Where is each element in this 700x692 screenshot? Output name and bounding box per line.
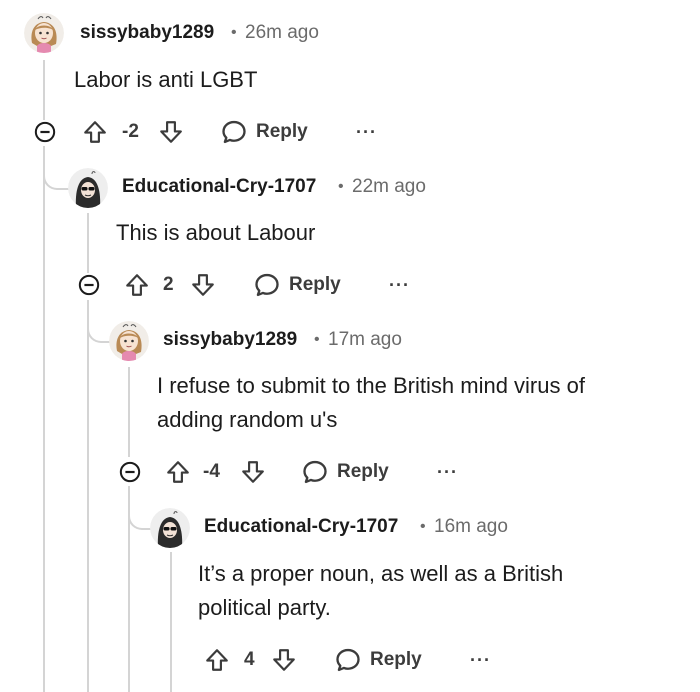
reply-label: Reply bbox=[337, 461, 389, 482]
reply-button[interactable]: Reply bbox=[334, 646, 422, 674]
thread-connector bbox=[87, 303, 111, 343]
thread-line bbox=[170, 552, 172, 692]
reply-icon bbox=[301, 458, 329, 486]
downvote-button[interactable] bbox=[240, 458, 266, 486]
vote-score: -4 bbox=[203, 461, 220, 482]
thread-line bbox=[43, 60, 45, 120]
more-options-button[interactable]: ··· bbox=[356, 122, 377, 143]
collapse-icon bbox=[34, 121, 56, 143]
upvote-button[interactable] bbox=[82, 118, 108, 146]
reply-icon bbox=[253, 271, 281, 299]
comment-author[interactable]: sissybaby1289 bbox=[80, 22, 214, 44]
comment-body: I refuse to submit to the British mind v… bbox=[157, 373, 585, 432]
collapse-button[interactable] bbox=[78, 274, 100, 296]
downvote-icon bbox=[190, 271, 216, 299]
upvote-icon bbox=[82, 118, 108, 146]
upvote-icon bbox=[204, 646, 230, 674]
meta-separator: • bbox=[420, 518, 426, 535]
thread-line bbox=[128, 367, 130, 457]
downvote-button[interactable] bbox=[190, 271, 216, 299]
upvote-icon bbox=[165, 458, 191, 486]
upvote-icon bbox=[124, 271, 150, 299]
more-options-button[interactable]: ··· bbox=[437, 462, 458, 483]
thread-line bbox=[87, 213, 89, 273]
comment-author[interactable]: Educational-Cry-1707 bbox=[204, 516, 398, 538]
comment-timestamp[interactable]: 22m ago bbox=[352, 176, 426, 198]
collapse-button[interactable] bbox=[34, 121, 56, 143]
comment-timestamp[interactable]: 26m ago bbox=[245, 22, 319, 44]
collapse-button[interactable] bbox=[119, 461, 141, 483]
meta-separator: • bbox=[231, 24, 237, 41]
meta-separator: • bbox=[314, 331, 320, 348]
reply-button[interactable]: Reply bbox=[253, 271, 341, 299]
comment-body: Labor is anti LGBT bbox=[74, 67, 258, 92]
anime-girl-avatar[interactable] bbox=[24, 13, 64, 53]
downvote-icon bbox=[271, 646, 297, 674]
reply-label: Reply bbox=[289, 274, 341, 295]
reply-icon bbox=[220, 118, 248, 146]
downvote-button[interactable] bbox=[271, 646, 297, 674]
thread-line bbox=[43, 146, 45, 692]
reply-button[interactable]: Reply bbox=[301, 458, 389, 486]
anime-girl-avatar[interactable] bbox=[109, 321, 149, 361]
vote-score: 4 bbox=[244, 649, 255, 670]
comment-author[interactable]: sissybaby1289 bbox=[163, 329, 297, 351]
hooded-figure-sunglasses-avatar[interactable] bbox=[68, 168, 108, 208]
upvote-button[interactable] bbox=[204, 646, 230, 674]
reply-button[interactable]: Reply bbox=[220, 118, 308, 146]
upvote-button[interactable] bbox=[124, 271, 150, 299]
comment-body: It’s a proper noun, as well as a British… bbox=[198, 561, 564, 620]
vote-score: 2 bbox=[163, 274, 174, 295]
downvote-icon bbox=[240, 458, 266, 486]
collapse-icon bbox=[78, 274, 100, 296]
thread-connector bbox=[128, 490, 152, 530]
reply-icon bbox=[334, 646, 362, 674]
comment-body: This is about Labour bbox=[116, 220, 316, 245]
comment-author[interactable]: Educational-Cry-1707 bbox=[122, 176, 316, 198]
downvote-button[interactable] bbox=[158, 118, 184, 146]
downvote-icon bbox=[158, 118, 184, 146]
meta-separator: • bbox=[338, 178, 344, 195]
reply-label: Reply bbox=[256, 121, 308, 142]
more-options-button[interactable]: ··· bbox=[470, 650, 491, 671]
comment-timestamp[interactable]: 16m ago bbox=[434, 516, 508, 538]
thread-connector bbox=[43, 150, 69, 190]
comment-timestamp[interactable]: 17m ago bbox=[328, 329, 402, 351]
hooded-figure-sunglasses-avatar[interactable] bbox=[150, 508, 190, 548]
more-options-button[interactable]: ··· bbox=[389, 275, 410, 296]
reply-label: Reply bbox=[370, 649, 422, 670]
vote-score: -2 bbox=[122, 121, 139, 142]
thread-line bbox=[87, 300, 89, 692]
collapse-icon bbox=[119, 461, 141, 483]
upvote-button[interactable] bbox=[165, 458, 191, 486]
